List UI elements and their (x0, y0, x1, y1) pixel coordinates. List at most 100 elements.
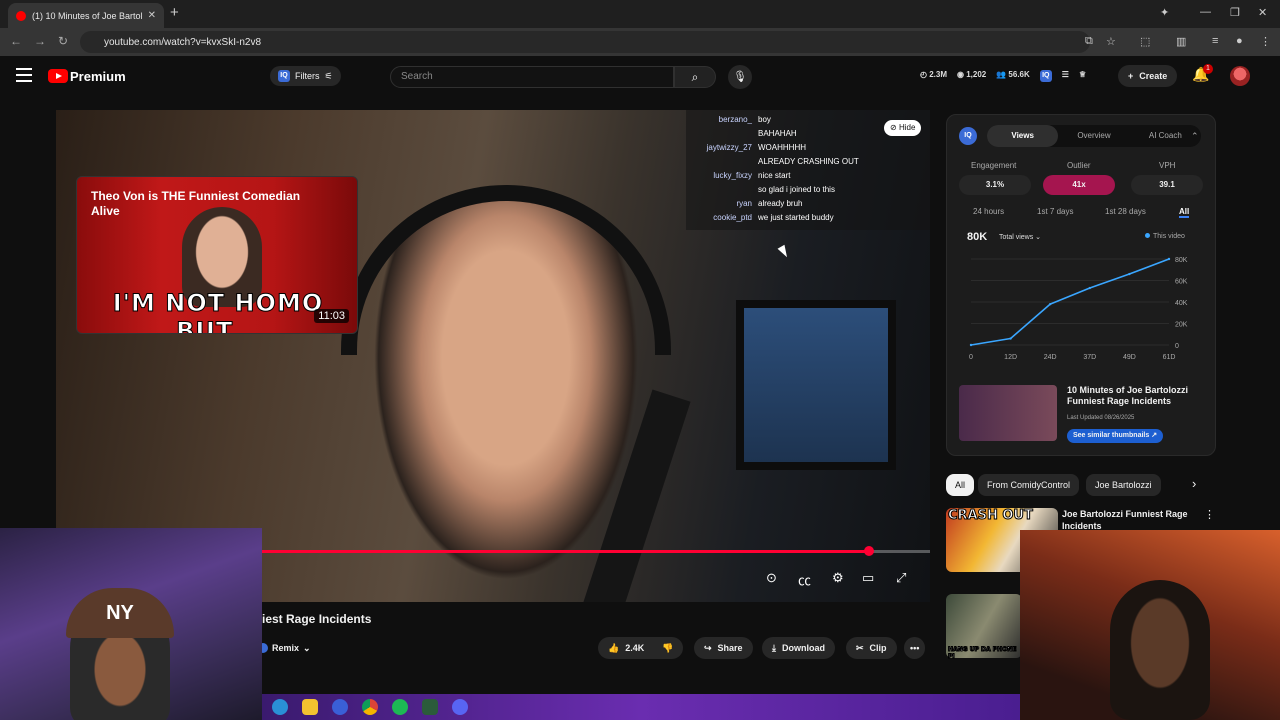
share-button[interactable]: ↪ Share (694, 637, 753, 659)
range-28d[interactable]: 1st 28 days (1105, 207, 1146, 216)
chat-username: berzano_ (718, 115, 752, 124)
views-total: 80K (967, 231, 988, 243)
brand-label[interactable]: Premium (70, 69, 126, 84)
app-v-icon[interactable] (332, 699, 348, 715)
autoplay-toggle-icon[interactable]: ⊙ (766, 570, 777, 586)
x-tick-label: 0 (969, 354, 973, 361)
series-point (1167, 257, 1171, 261)
extensions-icon[interactable]: ⬚ (1140, 35, 1150, 48)
similar-video-title[interactable]: 10 Minutes of Joe Bartolozzi Funniest Ra… (1067, 385, 1207, 407)
url-field[interactable]: youtube.com/watch?v=kvxSkI-n2v8 (80, 31, 1090, 53)
close-tab-icon[interactable]: ✕ (148, 10, 156, 21)
metric-value-engagement: 3.1% (959, 175, 1031, 195)
series-point (969, 343, 973, 347)
chips-next-icon[interactable]: › (1192, 476, 1196, 491)
sliders-icon: ⚟ (324, 70, 333, 81)
like-count[interactable]: 2.4K (625, 643, 644, 653)
search-input[interactable]: Search (390, 66, 674, 88)
views-metric-select[interactable]: Total views ⌄ (999, 233, 1041, 241)
tab-views[interactable]: Views (987, 125, 1059, 147)
chat-text: boy (758, 115, 771, 124)
similar-video-date: Last Updated 08/26/2025 (1067, 415, 1135, 421)
more-vert-icon[interactable]: ⋮ (1204, 508, 1215, 521)
reload-icon[interactable]: ↻ (58, 34, 68, 48)
sidebar-icon[interactable]: ▥ (1176, 35, 1186, 48)
x-tick-label: 24D (1044, 354, 1057, 361)
range-all[interactable]: All (1179, 207, 1190, 218)
search-button[interactable]: ⌕ (674, 66, 716, 88)
hide-chat-button[interactable]: ⊘ Hide (884, 120, 922, 136)
fullscreen-icon[interactable]: ⤢ (896, 570, 906, 586)
webcam-left: NY (0, 528, 262, 720)
series-point (1049, 302, 1052, 306)
bookmark-star-icon[interactable]: ☆ (1106, 35, 1116, 48)
excel-icon[interactable] (422, 699, 438, 715)
range-7d[interactable]: 1st 7 days (1037, 207, 1073, 216)
tab-overview[interactable]: Overview (1058, 125, 1129, 147)
download-button[interactable]: ⤓ Download (762, 637, 835, 659)
install-icon[interactable]: ⧉ (1085, 35, 1093, 48)
close-window-icon[interactable]: ✕ (1258, 6, 1267, 19)
background-monitor (736, 300, 896, 470)
profile-icon[interactable]: ● (1236, 35, 1243, 47)
spotify-icon[interactable] (392, 699, 408, 715)
account-avatar[interactable] (1230, 66, 1250, 86)
filters-button[interactable]: IQ Filters ⚟ (270, 66, 341, 86)
chart-legend: This video (1145, 233, 1185, 240)
ny-cap-logo: NY (66, 588, 174, 638)
chat-username: ryan (736, 199, 752, 208)
menu-dots-icon[interactable]: ⋮ (1260, 35, 1271, 48)
restore-icon[interactable]: ❐ (1230, 6, 1240, 19)
dislike-icon[interactable]: 👎 (662, 643, 673, 654)
collapse-chevron-icon[interactable]: ⌃ (1191, 131, 1199, 142)
scrubber-handle[interactable] (863, 546, 874, 556)
browser-tab[interactable]: (1) 10 Minutes of Joe Bartolozzi ✕ (8, 3, 164, 28)
minimize-icon[interactable]: — (1200, 6, 1211, 18)
see-similar-thumbnails-button[interactable]: See similar thumbnails ↗ (1067, 429, 1164, 443)
vidiq-icon[interactable]: IQ (1039, 70, 1052, 82)
ai-sparkle-icon[interactable]: ✦ (1160, 6, 1169, 19)
download-icon: ⤓ (772, 642, 776, 653)
forward-icon[interactable]: → (34, 34, 46, 48)
discord-icon[interactable] (452, 699, 468, 715)
youtube-logo-icon[interactable] (48, 69, 68, 83)
chrome-icon[interactable] (362, 699, 378, 715)
recommendation-thumbnail[interactable]: HANG UP DA PHONE PI (946, 594, 1022, 661)
remix-button[interactable]: Remix ⌄ (258, 640, 311, 656)
views-line-chart: 80K 60K 40K 20K 0 0 12D 24D 37D 49D 61D (969, 257, 1188, 361)
chip-joe-bartolozzi[interactable]: Joe Bartolozzi (1086, 474, 1161, 496)
chip-from-channel[interactable]: From ComidyControl (978, 474, 1080, 496)
address-bar-row: ← → ↻ youtube.com/watch?v=kvxSkI-n2v8 ⧉ … (0, 28, 1280, 56)
new-tab-icon[interactable]: + (170, 4, 179, 21)
hamburger-menu-icon[interactable] (16, 68, 32, 86)
video-thumbnail-card[interactable]: Theo Von is THE Funniest Comedian Alive … (76, 176, 358, 334)
recommendation-title[interactable]: Joe Bartolozzi Funniest Rage Incidents (1062, 508, 1202, 532)
chat-text: so glad i joined to this (758, 185, 835, 194)
edge-icon[interactable] (272, 699, 288, 715)
trophy-icon[interactable]: ♕ (1079, 70, 1086, 82)
settings-gear-icon[interactable]: ⚙ (832, 570, 844, 586)
range-24h[interactable]: 24 hours (973, 207, 1004, 216)
chevron-down-icon: ⌄ (303, 642, 311, 653)
headset-shape (341, 185, 671, 355)
clip-button[interactable]: ✂ Clip (846, 637, 897, 659)
voice-search-button[interactable]: 🎙 (728, 65, 752, 89)
chat-username: jaytwizzy_27 (706, 143, 752, 152)
create-button[interactable]: + Create (1118, 65, 1178, 87)
chip-all[interactable]: All (946, 474, 975, 496)
chat-username: lucky_fixzy (713, 171, 752, 180)
checklist-icon[interactable]: ☰ (1062, 70, 1069, 82)
back-icon[interactable]: ← (10, 34, 22, 48)
file-explorer-icon[interactable] (302, 699, 318, 715)
similar-video-thumbnail[interactable] (959, 385, 1057, 441)
media-icon[interactable]: ≡ (1212, 35, 1218, 47)
chat-text: already bruh (758, 199, 803, 208)
more-actions-button[interactable]: ••• (904, 637, 926, 659)
chat-username (692, 183, 752, 197)
miniplayer-icon[interactable]: ▭ (862, 570, 874, 586)
like-icon[interactable]: 👍 (608, 643, 619, 654)
search-icon: ⌕ (691, 70, 699, 84)
captions-icon[interactable]: ㏄ (798, 570, 811, 589)
x-tick-label: 12D (1004, 354, 1017, 361)
url-text: youtube.com/watch?v=kvxSkI-n2v8 (104, 36, 262, 48)
